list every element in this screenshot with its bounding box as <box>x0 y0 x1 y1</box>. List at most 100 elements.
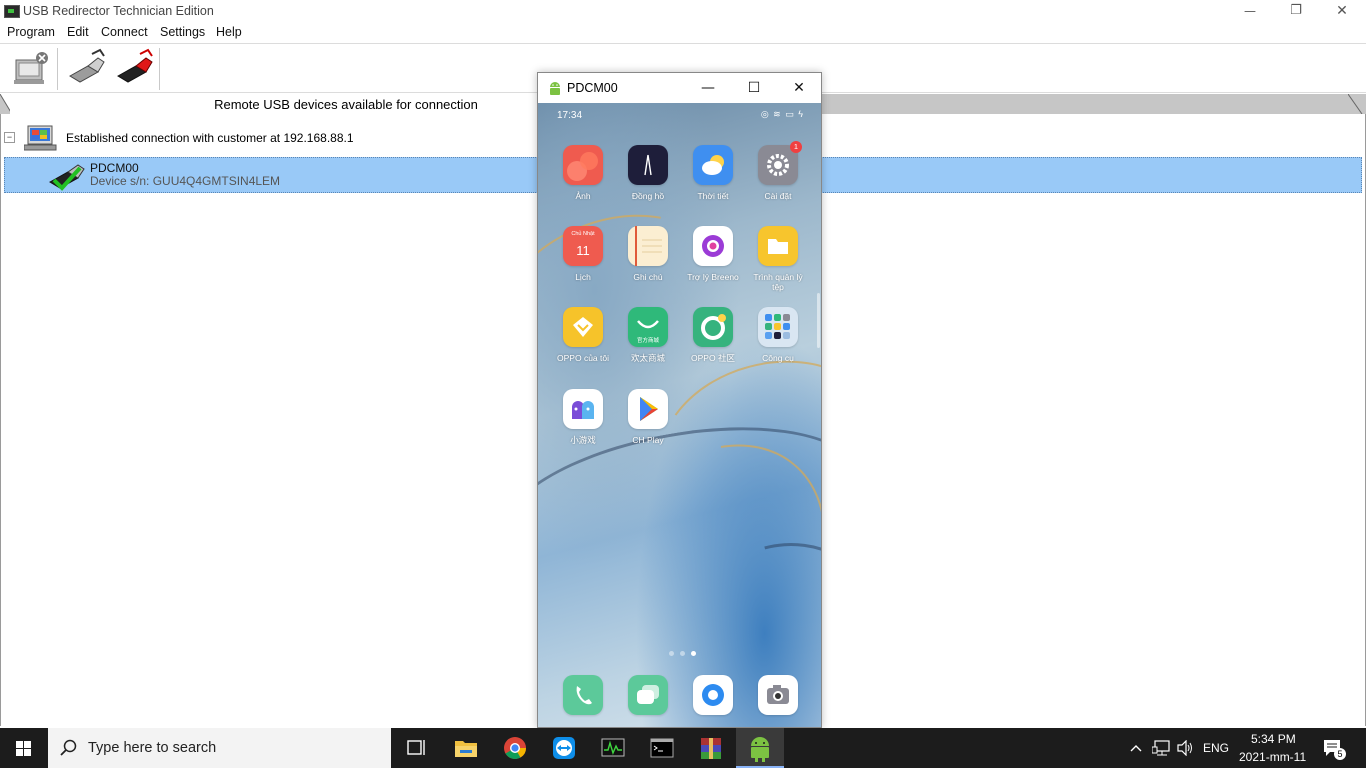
taskbar-chrome[interactable] <box>491 728 539 768</box>
dock-browser[interactable] <box>683 675 743 715</box>
close-button[interactable]: ✕ <box>1319 0 1365 22</box>
title-bar: USB Redirector Technician Edition — ❐ ✕ <box>0 0 1366 22</box>
usb-redirector-app-icon <box>4 5 20 18</box>
menu-edit[interactable]: Edit <box>67 25 89 39</box>
tree-collapse-toggle[interactable]: − <box>4 132 15 143</box>
monitor-chart-icon <box>601 738 625 757</box>
dock-messages[interactable] <box>618 675 678 715</box>
play-store-icon <box>628 389 668 429</box>
page-dot-active <box>691 651 696 656</box>
app-oppo-community[interactable]: OPPO 社区 <box>683 307 743 363</box>
terminal-icon <box>650 738 674 758</box>
weather-icon <box>693 145 733 185</box>
minimize-button[interactable]: — <box>1227 0 1273 22</box>
taskbar-file-explorer[interactable] <box>442 728 490 768</box>
device-name: PDCM00 <box>90 161 139 175</box>
winrar-icon <box>701 738 721 759</box>
start-button[interactable] <box>0 728 48 768</box>
taskbar: Type here to search ENG 5:34 PM 2021-mm-… <box>0 728 1366 768</box>
notification-badge: 1 <box>790 141 802 153</box>
clock-time[interactable]: 5:34 PM <box>1251 732 1296 746</box>
taskbar-teamviewer[interactable] <box>540 728 588 768</box>
menu-settings[interactable]: Settings <box>160 25 205 39</box>
messages-icon <box>628 675 668 715</box>
app-photos[interactable]: Ảnh <box>553 145 613 201</box>
task-view-icon <box>407 740 425 755</box>
clock-date[interactable]: 2021-mm-11 <box>1239 750 1306 764</box>
input-language[interactable]: ENG <box>1203 741 1229 755</box>
app-file-manager[interactable]: Trình quản lý tệp <box>748 226 808 292</box>
photos-icon <box>563 145 603 185</box>
phone-scroll-handle[interactable] <box>817 293 820 348</box>
menu-connect[interactable]: Connect <box>101 25 148 39</box>
tray-expand-chevron-icon[interactable] <box>1129 741 1143 755</box>
app-mini-games[interactable]: 小游戏 <box>553 389 613 445</box>
app-tools-folder[interactable]: Công cụ <box>748 307 808 363</box>
phone-window-titlebar: PDCM00 — ☐ ✕ <box>538 73 821 103</box>
search-icon <box>60 739 77 756</box>
search-placeholder: Type here to search <box>88 740 217 756</box>
task-view-button[interactable] <box>392 728 440 768</box>
chrome-icon <box>504 737 526 759</box>
calendar-icon: Chủ Nhật 11 <box>563 226 603 266</box>
app-weather[interactable]: Thời tiết <box>683 145 743 201</box>
menu-program[interactable]: Program <box>7 25 55 39</box>
taskbar-winrar[interactable] <box>687 728 735 768</box>
phone-mirror-window: PDCM00 — ☐ ✕ 17:34 ◎ ≋ ▭ ϟ Ảnh Đồng hồ T… <box>537 72 822 728</box>
folder-icon <box>455 741 477 757</box>
android-icon <box>751 737 769 762</box>
page-dot <box>680 651 685 656</box>
mini-games-icon <box>563 389 603 429</box>
app-my-oppo[interactable]: OPPO của tôi <box>553 307 613 363</box>
taskbar-android-mirror[interactable] <box>736 728 784 768</box>
app-calendar[interactable]: Chủ Nhật 11 Lịch <box>553 226 613 282</box>
phone-status-time: 17:34 <box>557 110 583 121</box>
phone-maximize-button[interactable]: ☐ <box>731 73 777 103</box>
camera-icon <box>758 675 798 715</box>
customer-computer-icon <box>24 125 57 151</box>
taskbar-search-box[interactable]: Type here to search <box>48 728 391 768</box>
action-center-button[interactable]: 5 <box>1322 738 1346 760</box>
connection-status-text: Established connection with customer at … <box>66 131 354 145</box>
network-icon[interactable] <box>1152 739 1172 757</box>
app-breeno[interactable]: Trợ lý Breeno <box>683 226 743 282</box>
dock-phone[interactable] <box>553 675 613 715</box>
disconnect-device-button[interactable] <box>112 48 158 88</box>
restore-button[interactable]: ❐ <box>1273 0 1319 22</box>
toolbar-separator <box>159 48 160 90</box>
settings-icon: 1 <box>758 141 802 185</box>
teamviewer-icon <box>553 737 575 759</box>
phone-minimize-button[interactable]: — <box>685 73 731 103</box>
device-serial: Device s/n: GUU4Q4GMTSIN4LEM <box>90 174 281 188</box>
page-indicator <box>666 645 699 659</box>
clock-icon <box>628 145 668 185</box>
app-notes[interactable]: Ghi chú <box>618 226 678 282</box>
app-settings[interactable]: 1 Cài đặt <box>748 141 808 201</box>
community-icon <box>693 307 733 347</box>
computer-remove-icon <box>14 52 48 84</box>
browser-icon <box>693 675 733 715</box>
taskbar-command-prompt[interactable] <box>638 728 686 768</box>
android-icon <box>550 82 560 95</box>
notes-icon <box>628 226 668 266</box>
taskbar-resource-monitor[interactable] <box>589 728 637 768</box>
tools-folder-icon <box>758 307 798 347</box>
panel-tab-edge-right <box>1348 94 1363 114</box>
window-title: USB Redirector Technician Edition <box>23 4 214 18</box>
phone-screen[interactable]: 17:34 ◎ ≋ ▭ ϟ Ảnh Đồng hồ Thời tiết 1 Cà… <box>538 103 821 727</box>
connect-device-button[interactable] <box>64 48 110 88</box>
menu-help[interactable]: Help <box>216 25 242 39</box>
app-store[interactable]: 官方商城 欢太商城 <box>618 307 678 363</box>
usb-disconnect-icon <box>117 48 153 83</box>
remove-server-button[interactable] <box>8 48 54 88</box>
notification-count-badge: 5 <box>1334 748 1346 760</box>
breeno-icon <box>693 226 733 266</box>
dock-camera[interactable] <box>748 675 808 715</box>
toolbar-separator <box>57 48 58 90</box>
volume-icon[interactable] <box>1176 740 1194 756</box>
app-play-store[interactable]: CH Play <box>618 389 678 445</box>
phone-close-button[interactable]: ✕ <box>776 73 822 103</box>
menu-bar: Program Edit Connect Settings Help <box>0 24 1366 42</box>
app-clock[interactable]: Đồng hồ <box>618 145 678 201</box>
phone-icon <box>563 675 603 715</box>
